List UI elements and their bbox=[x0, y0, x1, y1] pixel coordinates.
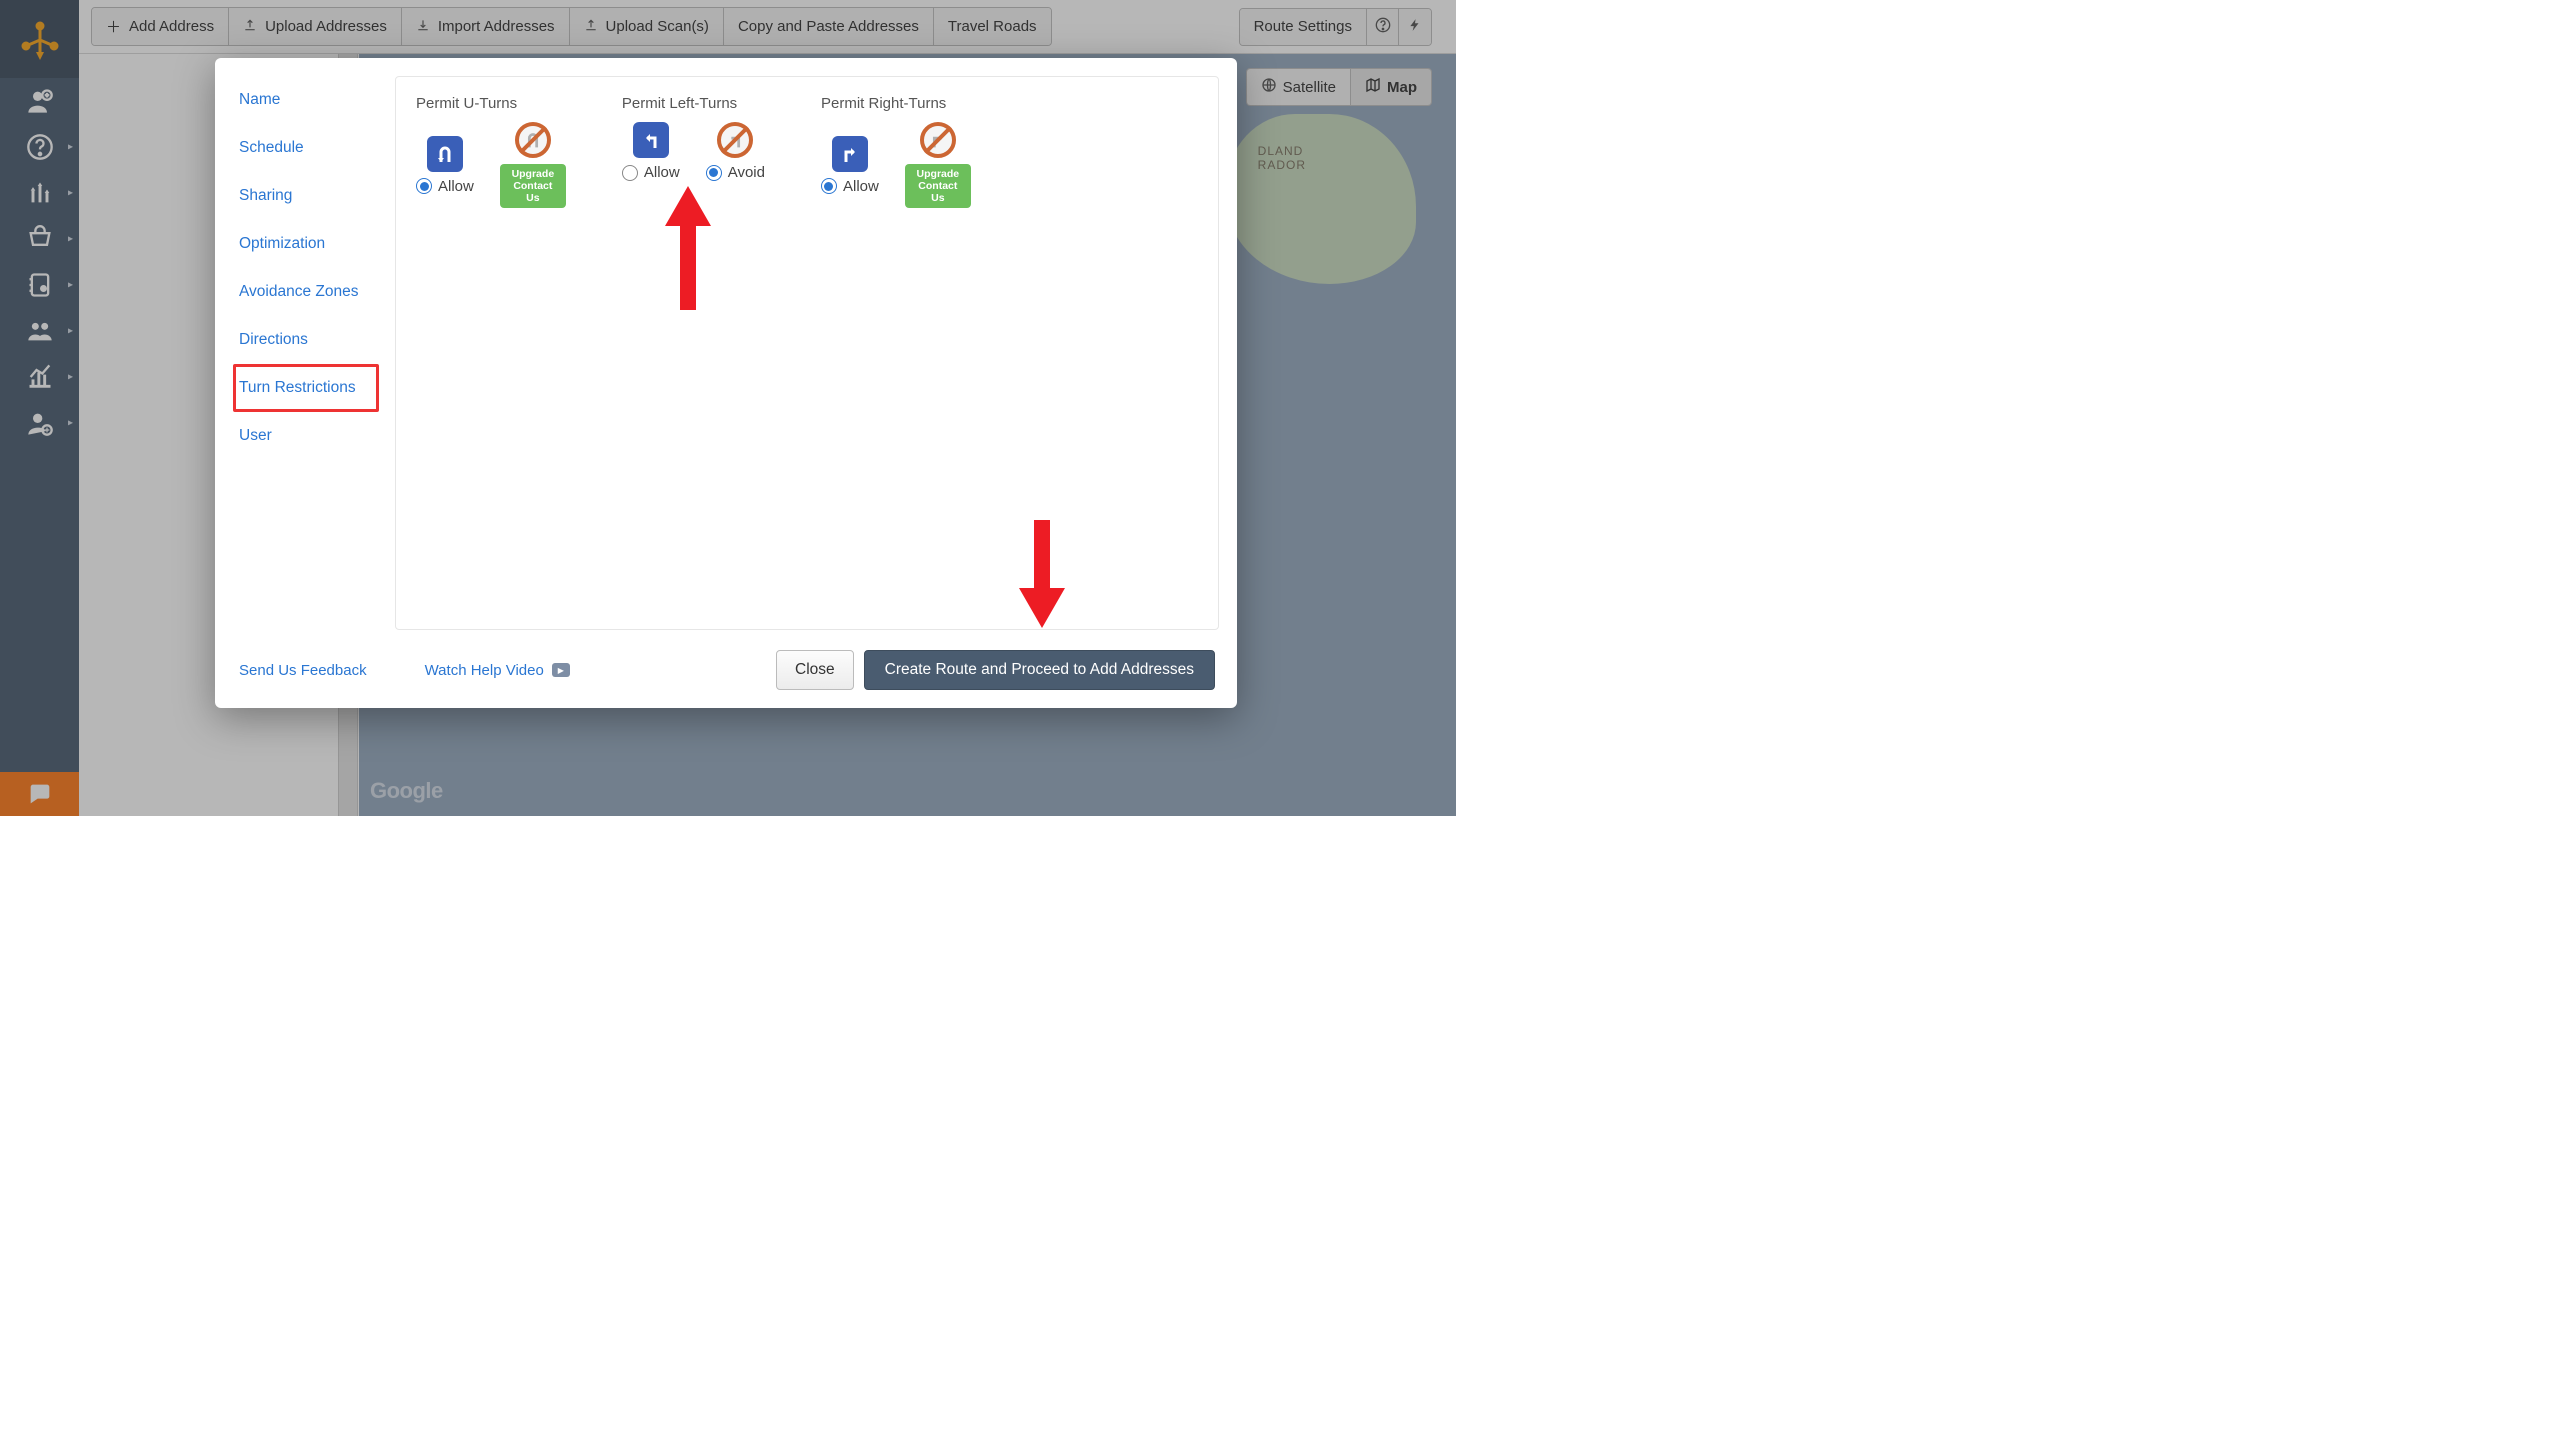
nav-analytics-icon[interactable]: ▸ bbox=[0, 354, 79, 400]
leftturn-allow-radio[interactable] bbox=[622, 165, 638, 181]
leftturn-avoid-option[interactable]: Avoid bbox=[706, 122, 765, 181]
upload-addresses-button[interactable]: Upload Addresses bbox=[229, 8, 402, 45]
rightturn-sign-icon bbox=[832, 136, 868, 172]
map-toggle[interactable]: Map bbox=[1351, 69, 1431, 105]
create-route-button[interactable]: Create Route and Proceed to Add Addresse… bbox=[864, 650, 1215, 690]
uturn-allow-option[interactable]: Allow bbox=[416, 136, 474, 195]
leftturn-allow-option[interactable]: Allow bbox=[622, 122, 680, 181]
help-circle-icon bbox=[1375, 17, 1391, 37]
video-icon: ▶ bbox=[552, 663, 570, 677]
footer-links: Send Us Feedback Watch Help Video ▶ bbox=[239, 662, 570, 679]
modal-nav-name[interactable]: Name bbox=[233, 76, 379, 124]
rightturn-allow-radio[interactable] bbox=[821, 178, 837, 194]
upload-icon bbox=[243, 18, 257, 36]
permit-uturns-group: Permit U-Turns Allow UpgradeContact Us bbox=[416, 95, 566, 208]
leftturn-sign-icon bbox=[633, 122, 669, 158]
uturn-allow-label: Allow bbox=[438, 178, 474, 195]
permit-leftturns-title: Permit Left-Turns bbox=[622, 95, 765, 112]
globe-icon bbox=[1261, 77, 1277, 97]
travel-roads-button[interactable]: Travel Roads bbox=[934, 8, 1051, 45]
leftturn-avoid-radio[interactable] bbox=[706, 165, 722, 181]
scan-icon bbox=[584, 18, 598, 36]
modal-nav: Name Schedule Sharing Optimization Avoid… bbox=[233, 76, 379, 630]
send-feedback-link[interactable]: Send Us Feedback bbox=[239, 662, 367, 679]
toolbar-help-button[interactable] bbox=[1367, 9, 1399, 45]
modal-nav-optimization[interactable]: Optimization bbox=[233, 220, 379, 268]
modal-footer: Send Us Feedback Watch Help Video ▶ Close… bbox=[215, 640, 1237, 708]
rightturn-allow-label: Allow bbox=[843, 178, 879, 195]
app-logo[interactable] bbox=[0, 0, 79, 78]
plus-icon: ＋ bbox=[106, 16, 121, 37]
modal-nav-turn-restrictions[interactable]: Turn Restrictions bbox=[233, 364, 379, 412]
map-type-toggle: Satellite Map bbox=[1246, 68, 1432, 106]
left-nav: ▸ ▸ ▸ ▸ ▸ ▸ ▸ bbox=[0, 0, 79, 816]
map-region-label: DLANDRADOR bbox=[1258, 144, 1306, 173]
modal-nav-directions[interactable]: Directions bbox=[233, 316, 379, 364]
nav-team-icon[interactable]: ▸ bbox=[0, 308, 79, 354]
nav-routes-icon[interactable]: ▸ bbox=[0, 170, 79, 216]
rightturn-upgrade-badge[interactable]: UpgradeContact Us bbox=[905, 164, 971, 208]
google-watermark: Google bbox=[370, 778, 443, 804]
permit-leftturns-group: Permit Left-Turns Allow Avoid bbox=[622, 95, 765, 181]
upload-addresses-label: Upload Addresses bbox=[265, 18, 387, 35]
toolbar-main-group: ＋ Add Address Upload Addresses Import Add… bbox=[91, 7, 1052, 46]
satellite-label: Satellite bbox=[1283, 79, 1336, 96]
leftturn-avoid-label: Avoid bbox=[728, 164, 765, 181]
no-uturn-icon bbox=[515, 122, 551, 158]
leftturn-allow-label: Allow bbox=[644, 164, 680, 181]
nav-chat-icon[interactable] bbox=[0, 772, 79, 816]
upload-scans-button[interactable]: Upload Scan(s) bbox=[570, 8, 724, 45]
modal-body: Name Schedule Sharing Optimization Avoid… bbox=[215, 58, 1237, 640]
map-landmass bbox=[1226, 114, 1416, 284]
permit-uturns-title: Permit U-Turns bbox=[416, 95, 566, 112]
travel-roads-label: Travel Roads bbox=[948, 18, 1037, 35]
satellite-toggle[interactable]: Satellite bbox=[1247, 69, 1351, 105]
route-settings-label: Route Settings bbox=[1254, 18, 1352, 35]
nav-help-icon[interactable]: ▸ bbox=[0, 124, 79, 170]
nav-orders-icon[interactable]: ▸ bbox=[0, 216, 79, 262]
rightturn-avoid-option[interactable]: UpgradeContact Us bbox=[905, 122, 971, 208]
uturn-upgrade-badge[interactable]: UpgradeContact Us bbox=[500, 164, 566, 208]
app-root: ▸ ▸ ▸ ▸ ▸ ▸ ▸ ＋ Add Address Upload Addres… bbox=[0, 0, 1456, 816]
add-address-button[interactable]: ＋ Add Address bbox=[92, 8, 229, 45]
uturn-sign-icon bbox=[427, 136, 463, 172]
toolbar-right-group: Route Settings bbox=[1239, 8, 1444, 46]
bolt-icon bbox=[1408, 17, 1422, 37]
uturn-avoid-option[interactable]: UpgradeContact Us bbox=[500, 122, 566, 208]
watch-video-label: Watch Help Video bbox=[425, 662, 544, 679]
copy-paste-label: Copy and Paste Addresses bbox=[738, 18, 919, 35]
import-addresses-button[interactable]: Import Addresses bbox=[402, 8, 570, 45]
import-addresses-label: Import Addresses bbox=[438, 18, 555, 35]
toolbar-bolt-button[interactable] bbox=[1399, 9, 1431, 45]
nav-add-user-icon[interactable] bbox=[0, 78, 79, 124]
upload-scans-label: Upload Scan(s) bbox=[606, 18, 709, 35]
map-icon bbox=[1365, 77, 1381, 97]
watch-video-link[interactable]: Watch Help Video ▶ bbox=[425, 662, 570, 679]
no-leftturn-icon bbox=[717, 122, 753, 158]
close-button[interactable]: Close bbox=[776, 650, 854, 690]
nav-addressbook-icon[interactable]: ▸ bbox=[0, 262, 79, 308]
permit-rightturns-group: Permit Right-Turns Allow UpgradeContact … bbox=[821, 95, 971, 208]
permit-rightturns-title: Permit Right-Turns bbox=[821, 95, 971, 112]
modal-nav-sharing[interactable]: Sharing bbox=[233, 172, 379, 220]
modal-content-panel: Permit U-Turns Allow UpgradeContact Us bbox=[395, 76, 1219, 630]
nav-account-icon[interactable]: ▸ bbox=[0, 400, 79, 446]
route-settings-modal: Name Schedule Sharing Optimization Avoid… bbox=[215, 58, 1237, 708]
import-icon bbox=[416, 18, 430, 36]
uturn-allow-radio[interactable] bbox=[416, 178, 432, 194]
top-toolbar: ＋ Add Address Upload Addresses Import Add… bbox=[79, 0, 1456, 54]
modal-nav-avoidance[interactable]: Avoidance Zones bbox=[233, 268, 379, 316]
footer-actions: Close Create Route and Proceed to Add Ad… bbox=[776, 650, 1215, 690]
copy-paste-button[interactable]: Copy and Paste Addresses bbox=[724, 8, 934, 45]
add-address-label: Add Address bbox=[129, 18, 214, 35]
map-label: Map bbox=[1387, 79, 1417, 96]
route-settings-button[interactable]: Route Settings bbox=[1240, 9, 1367, 45]
no-rightturn-icon bbox=[920, 122, 956, 158]
modal-nav-schedule[interactable]: Schedule bbox=[233, 124, 379, 172]
rightturn-allow-option[interactable]: Allow bbox=[821, 136, 879, 195]
modal-nav-user[interactable]: User bbox=[233, 412, 379, 460]
